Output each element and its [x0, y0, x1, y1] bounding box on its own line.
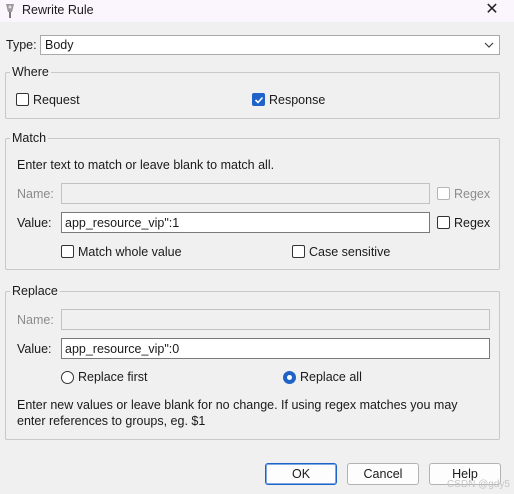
- response-label: Response: [269, 93, 326, 107]
- checkmark-icon: [254, 96, 264, 104]
- match-value-regex-label: Regex: [454, 216, 491, 230]
- type-label: Type:: [6, 38, 37, 52]
- replace-name-input[interactable]: [62, 310, 489, 329]
- close-button[interactable]: ✕: [470, 0, 514, 22]
- case-sensitive-checkbox[interactable]: [292, 245, 305, 258]
- match-value-field[interactable]: [61, 212, 430, 233]
- replace-first-radio[interactable]: [61, 371, 74, 384]
- watermark: CSDN @gdy5: [447, 479, 510, 490]
- replace-all-label: Replace all: [300, 370, 362, 384]
- match-name-field[interactable]: [61, 183, 430, 204]
- title-bar: Rewrite Rule ✕: [0, 0, 514, 22]
- replace-all-radio[interactable]: [283, 371, 296, 384]
- wand-icon: [6, 4, 14, 18]
- replace-name-label: Name:: [17, 313, 54, 327]
- case-sensitive-label: Case sensitive: [309, 245, 391, 259]
- replace-name-field[interactable]: [61, 309, 490, 330]
- match-whole-value-label: Match whole value: [78, 245, 182, 259]
- replace-value-field[interactable]: [61, 338, 490, 359]
- type-dropdown[interactable]: Body: [40, 35, 500, 55]
- request-label: Request: [33, 93, 80, 107]
- match-legend: Match: [10, 131, 49, 145]
- replace-value-input[interactable]: [62, 339, 489, 358]
- type-value: Body: [45, 38, 74, 52]
- match-value-label: Value:: [17, 216, 52, 230]
- cancel-button[interactable]: Cancel: [347, 463, 419, 485]
- replace-first-label: Replace first: [78, 370, 148, 384]
- close-icon: ✕: [485, 1, 499, 18]
- match-whole-value-checkbox[interactable]: [61, 245, 74, 258]
- replace-hint-line2: enter references to groups, eg. $1: [17, 414, 206, 428]
- where-legend: Where: [10, 65, 51, 79]
- match-name-label: Name:: [17, 187, 54, 201]
- radio-dot: [287, 375, 292, 380]
- match-hint: Enter text to match or leave blank to ma…: [17, 158, 275, 172]
- match-name-input[interactable]: [62, 184, 429, 203]
- chevron-down-icon: [484, 42, 494, 48]
- replace-value-label: Value:: [17, 342, 52, 356]
- match-name-regex-checkbox[interactable]: [437, 187, 450, 200]
- replace-hint-line1: Enter new values or leave blank for no c…: [17, 398, 458, 412]
- match-value-regex-checkbox[interactable]: [437, 216, 450, 229]
- request-checkbox[interactable]: [16, 93, 29, 106]
- match-name-regex-label: Regex: [454, 187, 491, 201]
- replace-legend: Replace: [10, 284, 60, 298]
- response-checkbox[interactable]: [252, 93, 265, 106]
- window-title: Rewrite Rule: [22, 3, 94, 17]
- match-value-input[interactable]: [62, 213, 429, 232]
- ok-button[interactable]: OK: [265, 463, 337, 485]
